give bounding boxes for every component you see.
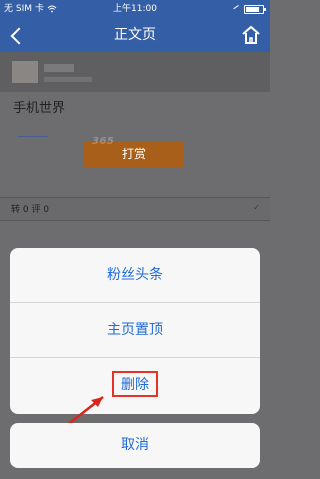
battery-icon: [244, 5, 266, 14]
avatar[interactable]: [12, 61, 38, 83]
author-meta-placeholder: [44, 77, 92, 82]
page-title: 正文页: [114, 27, 156, 43]
home-button[interactable]: [240, 24, 262, 46]
status-time: 上午11:00: [113, 4, 157, 14]
author-name-placeholder: [44, 64, 74, 72]
pin-to-profile-option[interactable]: 主页置顶: [10, 303, 260, 358]
share-comment-counts: 转 0 评 0: [11, 205, 50, 215]
article-title: 手机世界: [13, 101, 66, 116]
fans-headline-option[interactable]: 粉丝头条: [10, 248, 260, 303]
watermark-logo: 365: [92, 136, 115, 147]
cancel-button[interactable]: 取消: [10, 423, 260, 468]
status-right: [233, 4, 266, 15]
status-bar: 无 SIM 卡 上午11:00: [0, 0, 270, 18]
check-icon: ✓: [253, 203, 260, 212]
home-icon: [242, 25, 260, 44]
location-icon: [233, 4, 243, 15]
delete-highlight-box: [112, 371, 158, 397]
author-row: [0, 52, 270, 92]
stats-row: 转 0 评 0 ✓: [0, 197, 270, 221]
navigation-bar: 正文页: [0, 18, 270, 52]
content-divider: [18, 136, 48, 137]
